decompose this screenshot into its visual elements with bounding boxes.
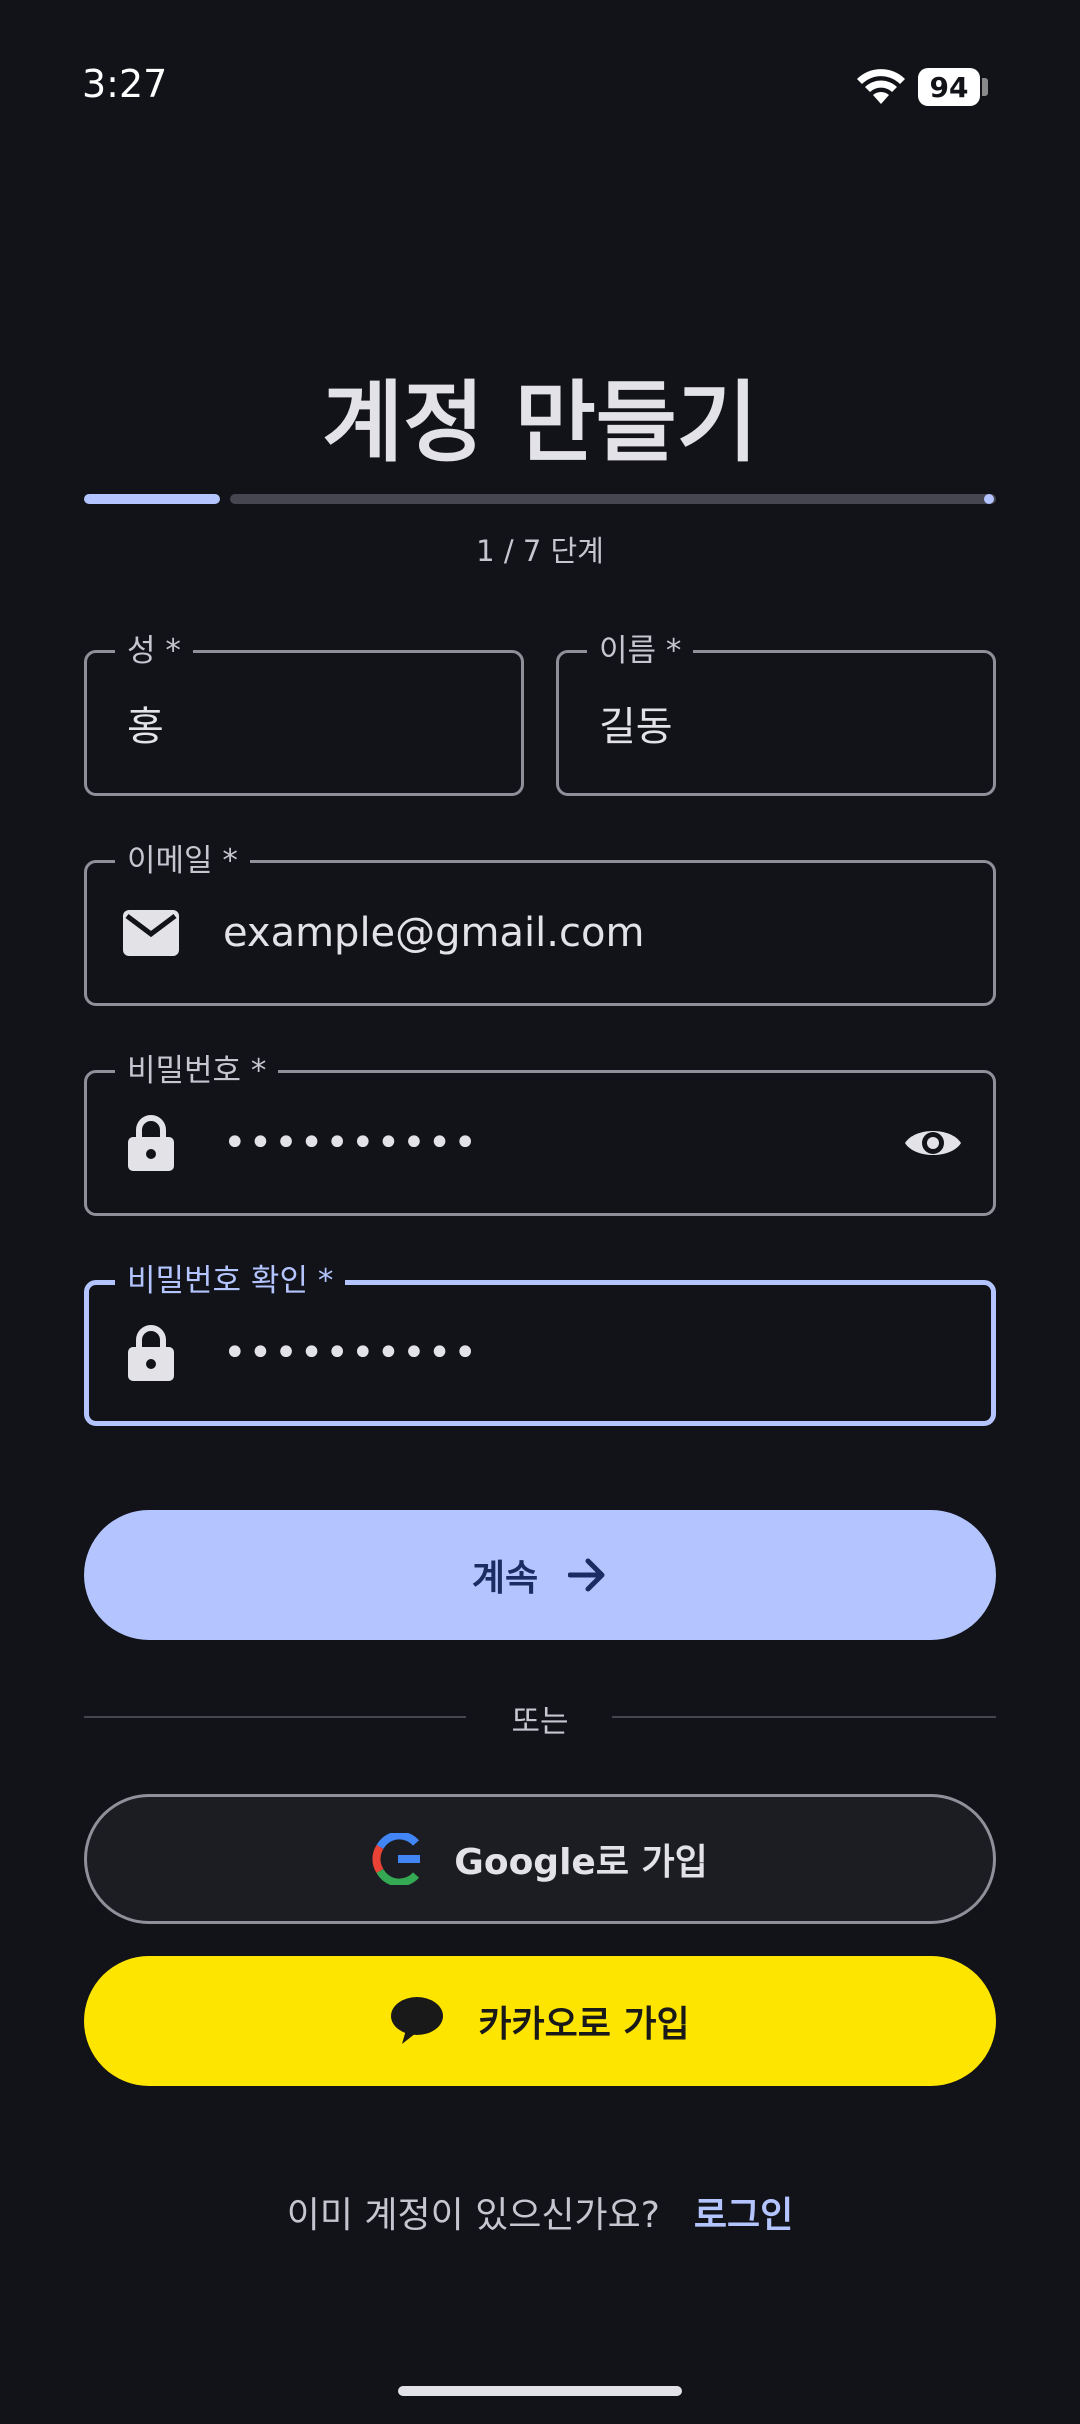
email-value: example@gmail.com bbox=[223, 910, 645, 956]
first-name-value: 길동 bbox=[599, 704, 673, 750]
arrow-right-icon bbox=[568, 1557, 608, 1593]
first-name-field[interactable]: 이름 * 길동 bbox=[556, 631, 996, 796]
battery-tip bbox=[982, 78, 988, 96]
google-icon bbox=[372, 1833, 424, 1885]
step-label: 1 / 7 단계 bbox=[476, 534, 604, 568]
create-account-screen: 3:27 94 계정 만들기 1 / 7 단계 성 * 홍 이름 * 길동 이메… bbox=[0, 0, 1080, 2424]
wifi-icon bbox=[857, 69, 905, 104]
status-time: 3:27 bbox=[82, 62, 168, 106]
login-link[interactable]: 로그인 bbox=[694, 2186, 793, 2238]
progress-fill bbox=[84, 494, 220, 504]
confirm-password-value: •••••••••• bbox=[223, 1330, 479, 1376]
home-indicator[interactable] bbox=[398, 2386, 682, 2396]
google-signup-label: Google로 가입 bbox=[454, 1842, 708, 1883]
last-name-value: 홍 bbox=[127, 704, 164, 750]
continue-button[interactable]: 계속 bbox=[84, 1510, 996, 1640]
divider-text: 또는 bbox=[511, 1704, 569, 1740]
page-title: 계정 만들기 bbox=[322, 371, 758, 474]
battery-indicator: 94 bbox=[918, 68, 980, 106]
lock-icon bbox=[121, 1323, 181, 1383]
last-name-field[interactable]: 성 * 홍 bbox=[84, 631, 524, 796]
kakao-signup-label: 카카오로 가입 bbox=[478, 2004, 690, 2045]
password-value: •••••••••• bbox=[223, 1120, 479, 1166]
password-field[interactable]: 비밀번호 * •••••••••• bbox=[84, 1051, 996, 1216]
email-field[interactable]: 이메일 * example@gmail.com bbox=[84, 841, 996, 1006]
confirm-password-field[interactable]: 비밀번호 확인 * •••••••••• bbox=[84, 1261, 996, 1426]
mail-icon bbox=[121, 903, 181, 963]
signin-prompt: 이미 계정이 있으신가요? bbox=[286, 2195, 660, 2236]
progress-track bbox=[230, 494, 996, 504]
kakao-chat-icon bbox=[390, 1996, 444, 2046]
lock-icon bbox=[121, 1113, 181, 1173]
progress-end-dot bbox=[984, 494, 994, 504]
eye-icon[interactable] bbox=[901, 1111, 965, 1175]
google-signup-button[interactable]: Google로 가입 bbox=[84, 1794, 996, 1924]
continue-label: 계속 bbox=[471, 1558, 539, 1599]
kakao-signup-button[interactable]: 카카오로 가입 bbox=[84, 1956, 996, 2086]
signin-row: 이미 계정이 있으신가요? 로그인 bbox=[0, 2186, 1080, 2238]
